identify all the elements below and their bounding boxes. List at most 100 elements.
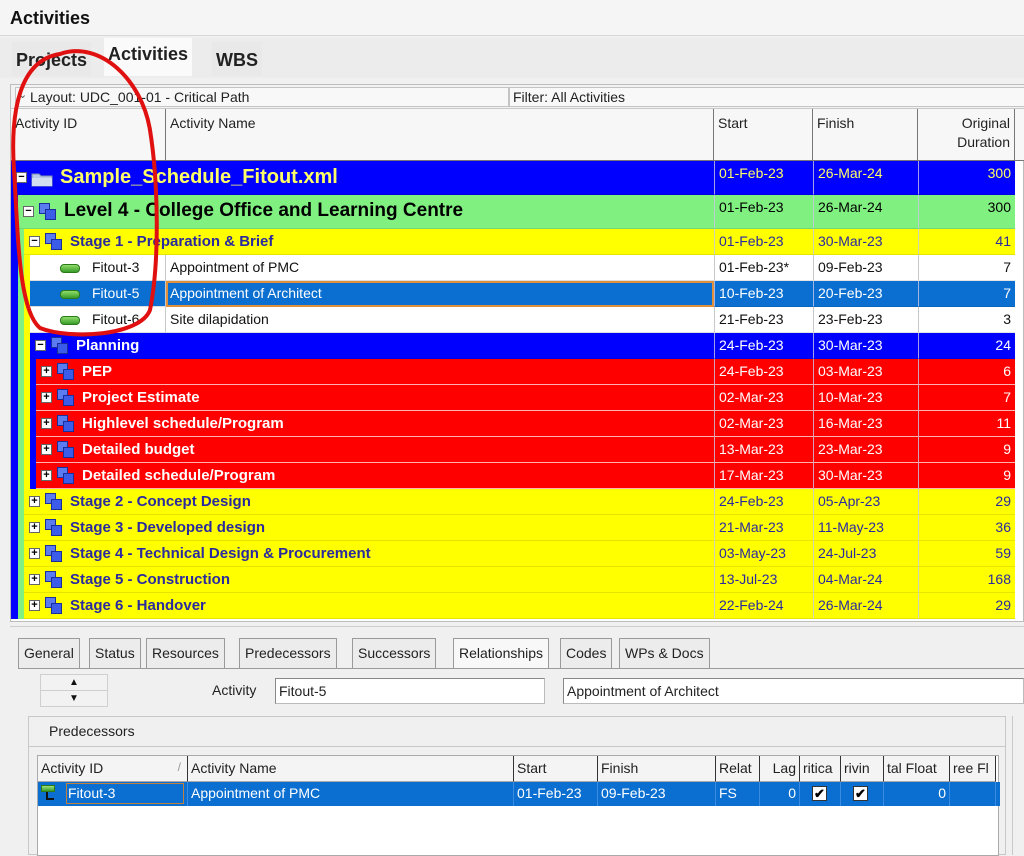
wbs-row[interactable]: + Stage 5 - Construction 13-Jul-23 04-Mar-2… xyxy=(11,567,1015,593)
wbs-row[interactable]: + Project Estimate 02-Mar-23 10-Mar-23 7 xyxy=(11,385,1015,411)
hierarchy-band xyxy=(11,411,18,437)
details-tab-wps-docs[interactable]: WPs & Docs xyxy=(619,638,710,668)
details-tab-successors[interactable]: Successors xyxy=(352,638,437,668)
wbs-name: Stage 2 - Concept Design xyxy=(70,493,251,510)
activity-row[interactable]: Fitout-3 Appointment of PMC 01-Feb-23* 09-F… xyxy=(11,255,1015,281)
next-activity-button[interactable]: ▼ xyxy=(40,690,108,707)
pred-header-start[interactable]: Start xyxy=(514,756,598,782)
critical-checkbox[interactable]: ✔ xyxy=(812,786,827,801)
wbs-row[interactable]: + Stage 2 - Concept Design 24-Feb-23 05-Apr… xyxy=(11,489,1015,515)
expand-icon[interactable]: + xyxy=(29,574,40,585)
pred-header-critical[interactable]: ritica xyxy=(800,756,841,782)
expand-icon[interactable]: + xyxy=(41,366,52,377)
finish-date: 23-Feb-23 xyxy=(813,307,918,333)
activity-bar-icon xyxy=(60,290,80,299)
start-date: 02-Mar-23 xyxy=(714,385,813,411)
pred-header-driving[interactable]: rivin xyxy=(841,756,884,782)
pred-header-activity-id[interactable]: Activity ID / xyxy=(38,756,188,782)
hierarchy-band xyxy=(11,385,18,411)
wbs-name-cell: + Stage 4 - Technical Design & Procuremen… xyxy=(24,541,714,567)
activity-name-cell[interactable]: Site dilapidation xyxy=(166,307,714,333)
details-tab-relationships[interactable]: Relationships xyxy=(453,638,550,669)
wbs-row[interactable]: + Detailed budget 13-Mar-23 23-Mar-23 9 xyxy=(11,437,1015,463)
pred-header-activity-name[interactable]: Activity Name xyxy=(188,756,514,782)
tab-projects[interactable]: Projects xyxy=(12,42,92,76)
column-header-original-duration[interactable]: Original Duration xyxy=(918,109,1015,161)
finish-date: 26-Mar-24 xyxy=(813,161,918,195)
wbs-row[interactable]: + Stage 3 - Developed design 21-Mar-23 11-M… xyxy=(11,515,1015,541)
start-date: 24-Feb-23 xyxy=(714,359,813,385)
wbs-row[interactable]: − Planning 24-Feb-23 30-Mar-23 24 xyxy=(11,333,1015,359)
details-tab-general[interactable]: General xyxy=(18,638,80,668)
wbs-row[interactable]: + Stage 4 - Technical Design & Procuremen… xyxy=(11,541,1015,567)
start-date: 01-Feb-23* xyxy=(714,255,813,281)
column-header-finish[interactable]: Finish xyxy=(813,109,918,161)
column-header-start[interactable]: Start xyxy=(714,109,813,161)
activity-row[interactable]: Fitout-6 Site dilapidation 21-Feb-23 23-Feb… xyxy=(11,307,1015,333)
pred-header-lag[interactable]: Lag xyxy=(760,756,800,782)
pred-header-finish[interactable]: Finish xyxy=(598,756,716,782)
expand-icon[interactable]: + xyxy=(41,444,52,455)
successors-panel-edge xyxy=(1012,716,1024,855)
hierarchy-band xyxy=(11,229,18,255)
hierarchy-band xyxy=(11,593,18,619)
expand-icon[interactable]: + xyxy=(41,418,52,429)
start-date: 24-Feb-23 xyxy=(714,333,813,359)
original-duration: 6 xyxy=(918,359,1015,385)
expand-icon[interactable]: + xyxy=(29,522,40,533)
wbs-icon xyxy=(57,363,75,381)
column-header-activity-id[interactable]: Activity ID xyxy=(11,109,166,161)
column-header-activity-name[interactable]: Activity Name xyxy=(166,109,714,161)
activity-name-cell[interactable]: Appointment of Architect xyxy=(166,281,714,307)
previous-activity-button[interactable]: ▲ xyxy=(40,674,108,691)
expand-icon[interactable]: + xyxy=(41,470,52,481)
expand-icon[interactable]: + xyxy=(29,600,40,611)
tab-activities[interactable]: Activities xyxy=(104,38,193,76)
expand-icon[interactable]: + xyxy=(29,496,40,507)
wbs-row[interactable]: + Highlevel schedule/Program 02-Mar-23 16-M… xyxy=(11,411,1015,437)
splitter[interactable] xyxy=(10,626,1024,632)
collapse-icon[interactable]: − xyxy=(23,206,34,217)
start-date: 13-Jul-23 xyxy=(714,567,813,593)
activity-name-field[interactable]: Appointment of Architect xyxy=(563,678,1024,704)
collapse-icon[interactable]: − xyxy=(35,340,46,351)
pred-relationship-type: FS xyxy=(716,782,760,806)
wbs-name: Detailed schedule/Program xyxy=(82,467,276,484)
hierarchy-band xyxy=(11,307,18,333)
column-header-duration-line2: Duration xyxy=(957,134,1010,150)
pred-finish: 09-Feb-23 xyxy=(598,782,716,806)
expand-icon[interactable]: + xyxy=(41,392,52,403)
expand-icon[interactable]: + xyxy=(29,548,40,559)
wbs-row[interactable]: + PEP 24-Feb-23 03-Mar-23 6 xyxy=(11,359,1015,385)
details-tab-resources[interactable]: Resources xyxy=(146,638,225,668)
wbs-row[interactable]: − Level 4 - College Office and Learning C… xyxy=(11,195,1015,229)
pred-header-free-float[interactable]: ree Fl xyxy=(950,756,996,782)
tab-wbs[interactable]: WBS xyxy=(212,42,262,76)
wbs-row[interactable]: + Detailed schedule/Program 17-Mar-23 30-Ma… xyxy=(11,463,1015,489)
details-tab-codes[interactable]: Codes xyxy=(560,638,613,668)
filter-label: Filter: All Activities xyxy=(513,89,626,105)
predecessors-title: Predecessors xyxy=(29,717,1005,747)
wbs-name-cell: + Detailed budget xyxy=(36,437,714,463)
details-tab-status[interactable]: Status xyxy=(89,638,141,668)
layout-selector[interactable]: ⌄ Layout: UDC_001-01 - Critical Path xyxy=(15,87,509,107)
details-tab-predecessors[interactable]: Predecessors xyxy=(239,638,337,668)
wbs-row[interactable]: − Stage 1 - Preparation & Brief 01-Feb-23 3… xyxy=(11,229,1015,255)
activity-row[interactable]: Fitout-5 Appointment of Architect 10-Feb-2… xyxy=(11,281,1015,307)
driving-checkbox[interactable]: ✔ xyxy=(853,786,868,801)
collapse-icon[interactable]: − xyxy=(29,236,40,247)
wbs-name: Stage 1 - Preparation & Brief xyxy=(70,233,274,250)
activity-bar-icon xyxy=(60,264,80,273)
hierarchy-band xyxy=(11,567,18,593)
predecessor-row[interactable]: Fitout-3 Appointment of PMC 01-Feb-23 09… xyxy=(38,782,1000,806)
filter-selector[interactable]: Filter: All Activities xyxy=(509,87,1024,107)
pred-header-relationship[interactable]: Relat xyxy=(716,756,760,782)
activity-name-cell[interactable]: Appointment of PMC xyxy=(166,255,714,281)
wbs-icon xyxy=(57,467,75,485)
project-row[interactable]: − Sample_Schedule_Fitout.xml 01-Feb-23 26-M… xyxy=(11,161,1015,195)
collapse-icon[interactable]: − xyxy=(16,172,27,183)
original-duration: 7 xyxy=(918,385,1015,411)
wbs-row[interactable]: + Stage 6 - Handover 22-Feb-24 26-Mar-24 29 xyxy=(11,593,1015,619)
pred-header-total-float[interactable]: tal Float xyxy=(884,756,950,782)
activity-id-field[interactable]: Fitout-5 xyxy=(275,678,545,704)
